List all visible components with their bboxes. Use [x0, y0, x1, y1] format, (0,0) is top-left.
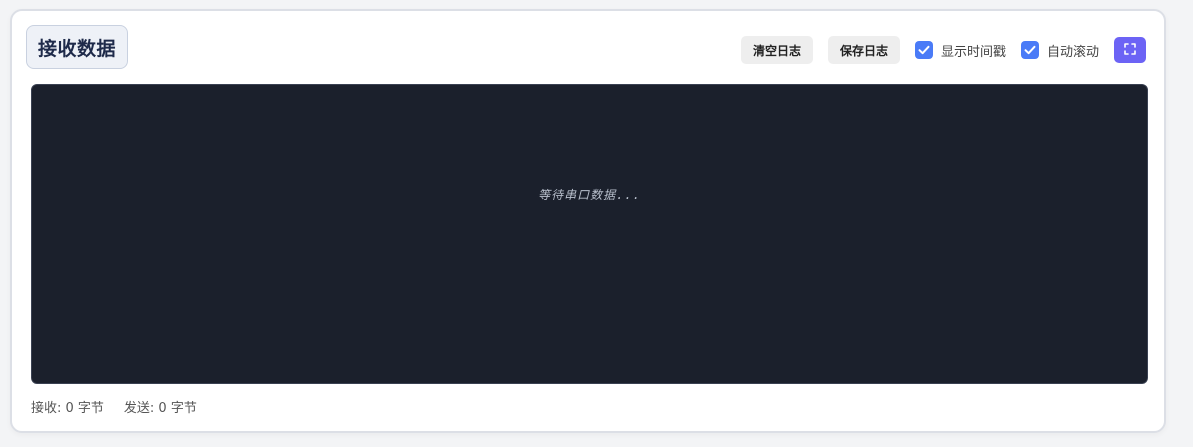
clear-log-button[interactable]: 清空日志 — [740, 36, 813, 64]
auto-scroll-checkbox[interactable]: 自动滚动 — [1020, 41, 1099, 60]
save-log-button[interactable]: 保存日志 — [827, 36, 900, 64]
fullscreen-icon — [1124, 42, 1136, 58]
log-toolbar: 清空日志 保存日志 显示时间戳 自动滚动 — [740, 36, 1146, 64]
received-bytes-stat: 接收: 0 字节 — [31, 401, 104, 416]
show-timestamp-label: 显示时间戳 — [940, 44, 1006, 60]
fullscreen-button[interactable] — [1114, 37, 1146, 63]
show-timestamp-checkbox[interactable]: 显示时间戳 — [914, 41, 1006, 60]
checkbox-checked-icon[interactable] — [1020, 41, 1039, 59]
checkbox-checked-icon[interactable] — [914, 41, 933, 59]
byte-stats: 接收: 0 字节 发送: 0 字节 — [31, 397, 197, 416]
sent-bytes-stat: 发送: 0 字节 — [123, 401, 197, 416]
auto-scroll-label: 自动滚动 — [1046, 44, 1099, 60]
waiting-placeholder: 等待串口数据... — [538, 188, 641, 202]
receive-data-panel: 接收数据 清空日志 保存日志 显示时间戳 自动滚动 等待串口数据... 接收: … — [10, 9, 1166, 433]
panel-title-box: 接收数据 — [26, 25, 128, 69]
serial-log-output[interactable]: 等待串口数据... — [31, 84, 1148, 384]
panel-title: 接收数据 — [37, 37, 116, 60]
